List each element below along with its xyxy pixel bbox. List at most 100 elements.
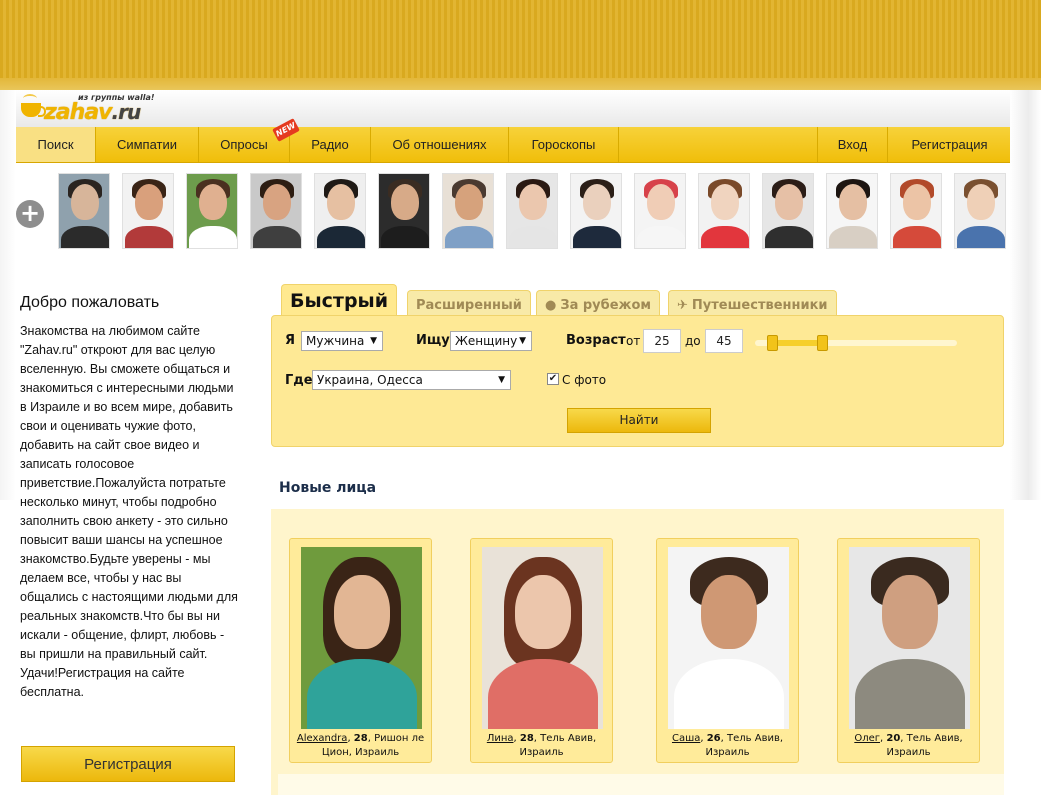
thumbnail-body (637, 226, 685, 248)
profile-thumbnail[interactable] (442, 173, 494, 249)
age-to-input[interactable]: 45 (705, 329, 743, 353)
profile-age: 28 (353, 733, 368, 744)
thumbnail-body (381, 226, 429, 248)
profile-thumbnail[interactable] (698, 173, 750, 249)
site-header: zahav.ru из группы walla! (16, 90, 1010, 127)
profile-name-link[interactable]: Олег (854, 733, 880, 744)
age-from-input[interactable]: 25 (643, 329, 681, 353)
profile-age: 20 (886, 733, 901, 744)
profile-thumbnail[interactable] (570, 173, 622, 249)
thumbnail-face (455, 184, 483, 220)
thumbnail-face (199, 184, 227, 220)
nav-login[interactable]: Вход (817, 127, 887, 162)
zahav-logo[interactable]: zahav.ru из группы walla! (18, 92, 168, 126)
nav-relationships[interactable]: Об отношениях (371, 127, 509, 162)
with-photo-checkbox[interactable]: ✔ (547, 373, 559, 385)
logo-wordmark-main: zahav (44, 100, 112, 125)
thumbnail-body (253, 226, 301, 248)
nav-radio[interactable]: Радио (290, 127, 371, 162)
profile-thumbnail[interactable] (890, 173, 942, 249)
photo-face (701, 575, 757, 649)
thumbnail-face (583, 184, 611, 220)
profile-thumbnail[interactable] (58, 173, 110, 249)
profile-name-link[interactable]: Alexandra (297, 733, 348, 744)
page-shadow-left (0, 90, 16, 500)
profile-thumbnail[interactable] (314, 173, 366, 249)
profile-thumbnail[interactable] (186, 173, 238, 249)
thumbnail-face (327, 184, 355, 220)
profile-thumbnail[interactable] (634, 173, 686, 249)
thumbnail-face (903, 184, 931, 220)
logo-tagline: из группы walla! (78, 93, 155, 102)
age-from-label: от (626, 334, 641, 348)
nav-sympathies[interactable]: Симпатии (96, 127, 199, 162)
thumbnail-body (61, 226, 109, 248)
location-select[interactable]: Украина, Одесса ▼ (312, 370, 511, 390)
tab-quick[interactable]: Быстрый (281, 284, 398, 316)
age-max-handle[interactable] (817, 335, 829, 351)
thumbnail-body (573, 226, 621, 248)
profile-thumbnail[interactable] (122, 173, 174, 249)
age-range-slider[interactable] (755, 335, 957, 351)
profile-name-link[interactable]: Саша (672, 733, 700, 744)
age-to-label: до (685, 334, 701, 348)
logo-wordmark: zahav.ru (44, 100, 142, 125)
profile-card: Alexandra, 28, Ришон ле Цион, Израиль (289, 538, 432, 763)
profile-photo[interactable] (668, 547, 789, 729)
i-label: Я (285, 333, 296, 348)
profile-photo[interactable] (301, 547, 422, 729)
profile-name-link[interactable]: Лина (487, 733, 514, 744)
profile-age: 28 (519, 733, 534, 744)
thumbnail-face (519, 184, 547, 220)
profile-photo[interactable] (482, 547, 603, 729)
thumbnail-body (765, 226, 813, 248)
profile-thumbnail[interactable] (762, 173, 814, 249)
photo-face (334, 575, 390, 649)
welcome-text: Знакомства на любимом сайте "Zahav.ru" о… (20, 324, 238, 699)
plus-icon[interactable]: + (16, 200, 44, 228)
photo-body (307, 659, 417, 729)
profile-thumbnail[interactable] (506, 173, 558, 249)
top-banner-background (0, 0, 1041, 90)
chevron-down-icon: ▼ (519, 336, 526, 346)
age-min-handle[interactable] (767, 335, 779, 351)
thumbnail-body (317, 226, 365, 248)
profile-thumbnail[interactable] (954, 173, 1006, 249)
profile-card: Лина, 28, Тель Авив, Израиль (470, 538, 613, 763)
profile-card: Саша, 26, Тель Авив, Израиль (656, 538, 799, 763)
profile-thumbnail[interactable] (378, 173, 430, 249)
seek-gender-select[interactable]: Женщину ▼ (450, 331, 532, 351)
photo-body (674, 659, 784, 729)
thumbnail-face (647, 184, 675, 220)
tab-travelers-label: Путешественники (691, 298, 828, 313)
register-button[interactable]: Регистрация (21, 746, 235, 782)
profile-caption: Саша, 26, Тель Авив, Израиль (661, 732, 794, 760)
profile-caption: Лина, 28, Тель Авив, Израиль (475, 732, 608, 760)
thumbnail-body (829, 226, 877, 248)
find-button[interactable]: Найти (567, 408, 711, 433)
chevron-down-icon: ▼ (370, 336, 377, 346)
profile-thumbnail[interactable] (826, 173, 878, 249)
photo-body (855, 659, 965, 729)
nav-register[interactable]: Регистрация (887, 127, 1011, 162)
tab-abroad-label: За рубежом (560, 298, 652, 313)
nav-search[interactable]: Поиск (16, 127, 96, 162)
nav-horoscopes[interactable]: Гороскопы (509, 127, 619, 162)
thumbnail-body (893, 226, 941, 248)
logo-wordmark-tld: .ru (111, 100, 142, 124)
chevron-down-icon: ▼ (498, 375, 505, 385)
faces-strip: + (16, 173, 1010, 249)
i-gender-select[interactable]: Мужчина ▼ (301, 331, 383, 351)
profile-photo[interactable] (849, 547, 970, 729)
seek-gender-value: Женщину (455, 334, 518, 348)
profile-thumbnail[interactable] (250, 173, 302, 249)
age-range-fill (772, 340, 823, 346)
thumbnail-body (957, 226, 1005, 248)
thumbnail-face (71, 184, 99, 220)
thumbnail-face (263, 184, 291, 220)
profile-caption: Олег, 20, Тель Авив, Израиль (842, 732, 975, 760)
welcome-title: Добро пожаловать (20, 294, 160, 311)
thumbnail-body (701, 226, 749, 248)
thumbnail-body (509, 226, 557, 248)
photo-face (515, 575, 571, 649)
